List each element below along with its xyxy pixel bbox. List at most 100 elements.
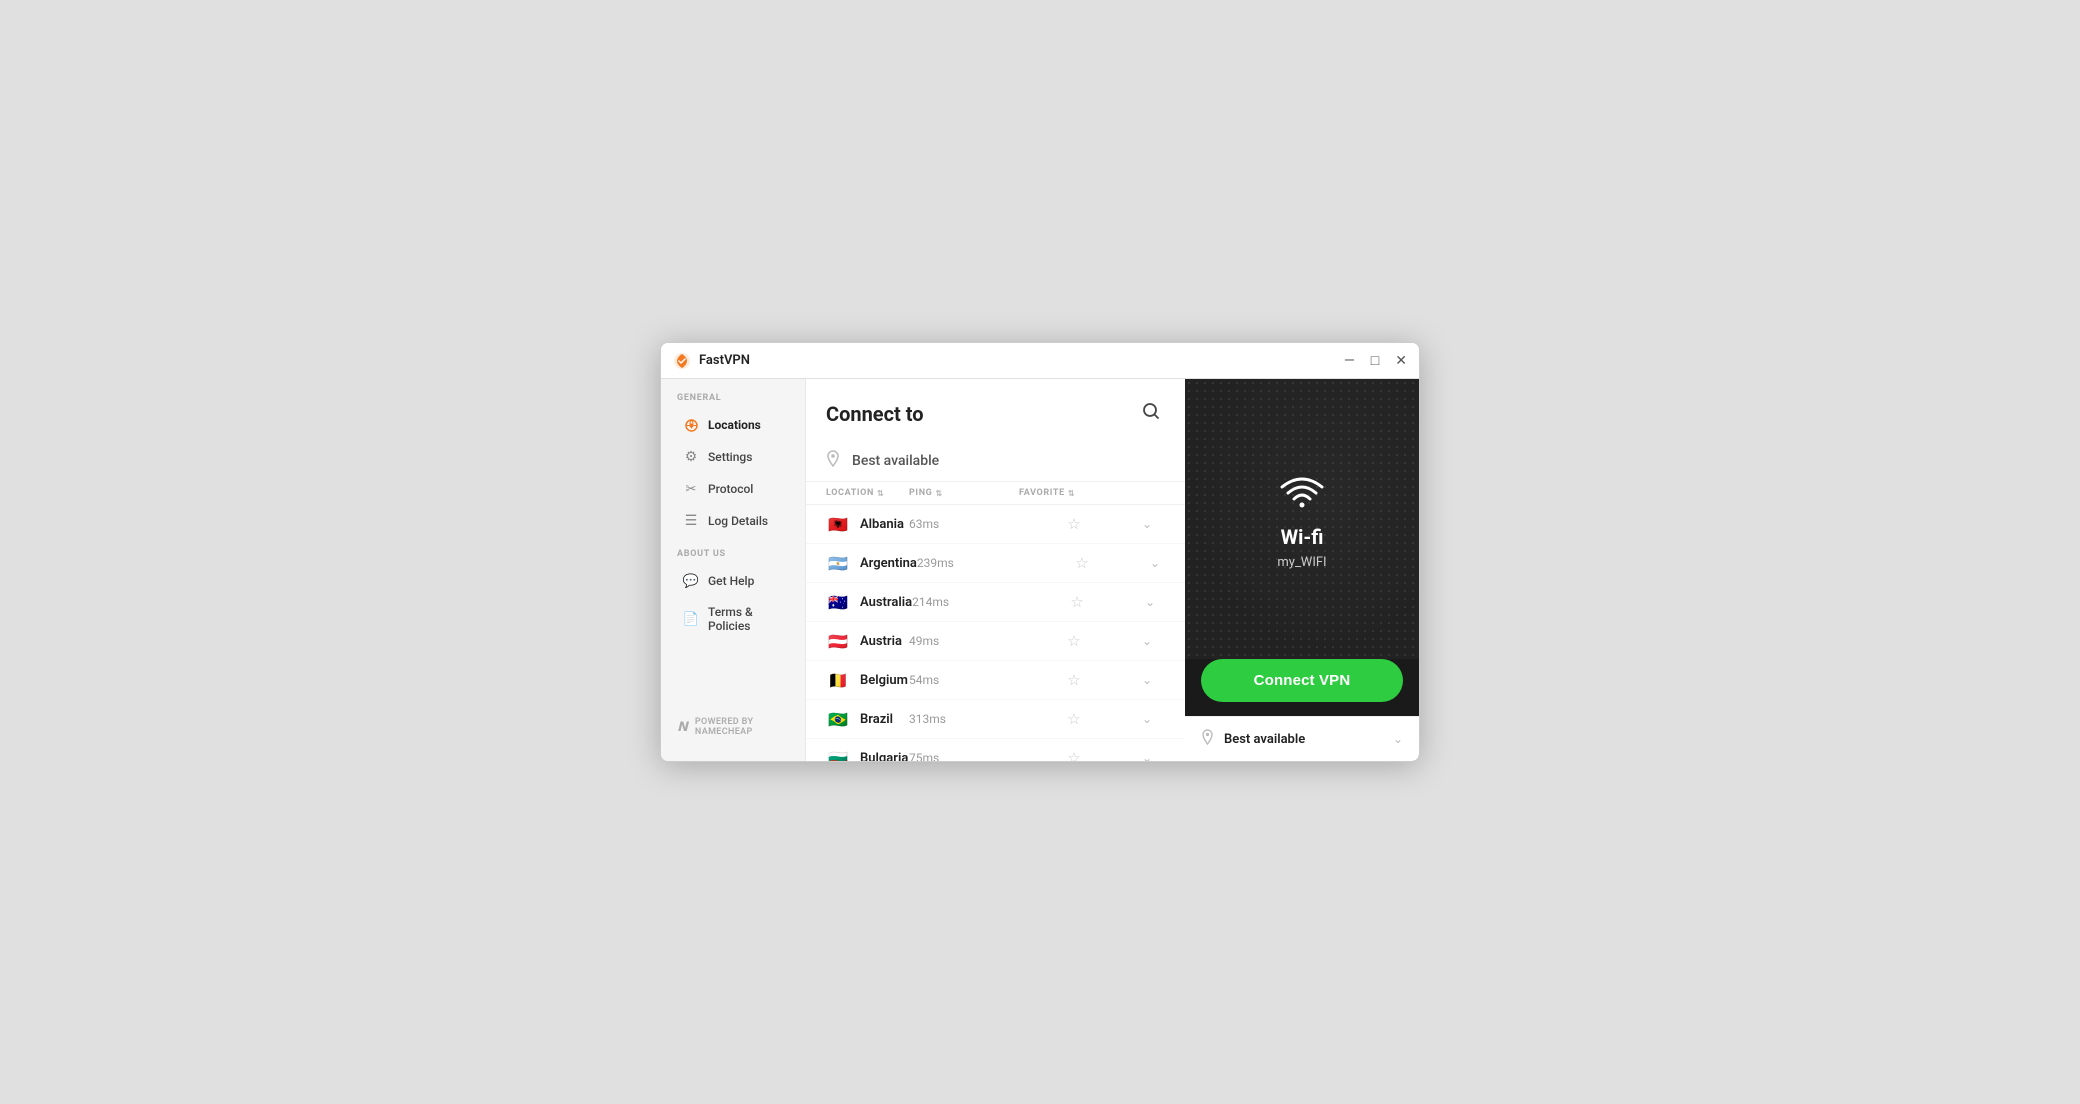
- best-available-pin-icon: [826, 450, 840, 471]
- expand-chevron-icon[interactable]: ⌄: [1129, 517, 1165, 531]
- maximize-button[interactable]: □: [1371, 354, 1379, 368]
- ping-value: 63ms: [909, 517, 1019, 531]
- expand-chevron-icon[interactable]: ⌄: [1129, 712, 1165, 726]
- wifi-icon: [1277, 469, 1327, 515]
- app-title: FastVPN: [699, 353, 1344, 368]
- locations-icon: [683, 417, 699, 433]
- favorite-sort-icon: ⇅: [1068, 489, 1075, 498]
- country-name-cell: 🇧🇷 Brazil: [826, 707, 909, 731]
- country-name: Australia: [860, 595, 912, 610]
- general-section-label: GENERAL: [661, 393, 805, 409]
- country-flag: 🇦🇹: [826, 629, 850, 653]
- main-panel: Connect to Best available: [806, 379, 1185, 761]
- country-flag: 🇦🇷: [826, 551, 850, 575]
- sidebar-item-protocol[interactable]: ✂ Protocol: [667, 474, 799, 504]
- table-row[interactable]: 🇦🇺 Australia 214ms ☆ ⌄: [806, 583, 1185, 622]
- log-details-icon: ☰: [683, 513, 699, 529]
- country-name: Belgium: [860, 673, 908, 688]
- titlebar: FastVPN — □ ✕: [661, 343, 1419, 379]
- get-help-icon: 💬: [683, 573, 699, 589]
- ping-sort-icon: ⇅: [935, 489, 942, 498]
- about-section-label: ABOUT US: [661, 549, 805, 565]
- country-flag: 🇧🇬: [826, 746, 850, 761]
- app-window: FastVPN — □ ✕ GENERAL Locations: [660, 342, 1420, 762]
- protocol-icon: ✂: [683, 481, 699, 497]
- favorite-star-button[interactable]: ☆: [1019, 671, 1129, 689]
- expand-chevron-icon[interactable]: ⌄: [1129, 751, 1165, 761]
- table-row[interactable]: 🇦🇹 Austria 49ms ☆ ⌄: [806, 622, 1185, 661]
- app-logo-icon: [673, 352, 691, 370]
- wifi-content: Wi-fi my_WIFI: [1277, 469, 1327, 570]
- minimize-button[interactable]: —: [1344, 354, 1355, 368]
- location-pin-icon: [1201, 729, 1214, 749]
- table-row[interactable]: 🇦🇷 Argentina 239ms ☆ ⌄: [806, 544, 1185, 583]
- sidebar-item-locations[interactable]: Locations: [667, 410, 799, 440]
- powered-by-label: POWERED BY NAMECHEAP: [695, 717, 789, 737]
- country-flag: 🇦🇱: [826, 512, 850, 536]
- favorite-star-button[interactable]: ☆: [1027, 554, 1137, 572]
- wifi-label: Wi-fi: [1281, 525, 1324, 549]
- favorite-star-button[interactable]: ☆: [1022, 593, 1132, 611]
- table-row[interactable]: 🇧🇬 Bulgaria 75ms ☆ ⌄: [806, 739, 1185, 761]
- sidebar: GENERAL Locations ⚙ Settings ✂: [661, 379, 806, 761]
- close-button[interactable]: ✕: [1395, 354, 1407, 368]
- country-name-cell: 🇧🇬 Bulgaria: [826, 746, 909, 761]
- favorite-star-button[interactable]: ☆: [1019, 515, 1129, 533]
- table-row[interactable]: 🇧🇷 Brazil 313ms ☆ ⌄: [806, 700, 1185, 739]
- best-available-bar[interactable]: Best available: [806, 440, 1185, 482]
- sidebar-item-get-help[interactable]: 💬 Get Help: [667, 566, 799, 596]
- country-name: Albania: [860, 517, 904, 532]
- right-panel: Wi-fi my_WIFI Connect VPN Best available…: [1185, 379, 1419, 761]
- favorite-star-button[interactable]: ☆: [1019, 710, 1129, 728]
- country-name-cell: 🇦🇹 Austria: [826, 629, 909, 653]
- country-name: Bulgaria: [860, 751, 908, 762]
- protocol-label: Protocol: [708, 482, 753, 496]
- sidebar-footer: 𝗡 POWERED BY NAMECHEAP: [661, 707, 805, 747]
- terms-label: Terms & Policies: [708, 605, 783, 633]
- table-row[interactable]: 🇧🇪 Belgium 54ms ☆ ⌄: [806, 661, 1185, 700]
- settings-icon: ⚙: [683, 449, 699, 465]
- ping-header[interactable]: PING ⇅: [909, 488, 1019, 498]
- ping-value: 49ms: [909, 634, 1019, 648]
- sidebar-item-terms[interactable]: 📄 Terms & Policies: [667, 598, 799, 640]
- wifi-section: Wi-fi my_WIFI: [1185, 379, 1419, 659]
- country-name: Brazil: [860, 712, 893, 727]
- favorite-star-button[interactable]: ☆: [1019, 749, 1129, 761]
- locations-label: Locations: [708, 418, 761, 432]
- country-list: 🇦🇱 Albania 63ms ☆ ⌄ 🇦🇷 Argentina 239ms ☆…: [806, 505, 1185, 761]
- country-flag: 🇧🇪: [826, 668, 850, 692]
- log-details-label: Log Details: [708, 514, 768, 528]
- sidebar-item-settings[interactable]: ⚙ Settings: [667, 442, 799, 472]
- country-name: Austria: [860, 634, 902, 649]
- content-area: GENERAL Locations ⚙ Settings ✂: [661, 379, 1419, 761]
- country-flag: 🇧🇷: [826, 707, 850, 731]
- location-header[interactable]: LOCATION ⇅: [826, 488, 909, 498]
- country-name-cell: 🇦🇱 Albania: [826, 512, 909, 536]
- location-sort-icon: ⇅: [877, 489, 884, 498]
- search-button[interactable]: [1137, 397, 1165, 430]
- favorite-header[interactable]: FAVORITE ⇅: [1019, 488, 1129, 498]
- country-name: Argentina: [860, 556, 917, 571]
- table-header: LOCATION ⇅ PING ⇅ FAVORITE ⇅: [806, 482, 1185, 505]
- favorite-star-button[interactable]: ☆: [1019, 632, 1129, 650]
- expand-chevron-icon[interactable]: ⌄: [1137, 556, 1173, 570]
- best-available-label: Best available: [852, 453, 939, 469]
- main-header: Connect to: [806, 379, 1185, 440]
- get-help-label: Get Help: [708, 574, 754, 588]
- ping-value: 54ms: [909, 673, 1019, 687]
- expand-chevron-icon[interactable]: ⌄: [1129, 673, 1165, 687]
- settings-label: Settings: [708, 450, 752, 464]
- country-flag: 🇦🇺: [826, 590, 850, 614]
- sidebar-item-log-details[interactable]: ☰ Log Details: [667, 506, 799, 536]
- country-name-cell: 🇧🇪 Belgium: [826, 668, 909, 692]
- expand-chevron-icon[interactable]: ⌄: [1129, 634, 1165, 648]
- expand-chevron-icon[interactable]: ⌄: [1132, 595, 1168, 609]
- terms-icon: 📄: [683, 611, 699, 627]
- connect-vpn-button[interactable]: Connect VPN: [1201, 659, 1403, 702]
- page-title: Connect to: [826, 402, 924, 426]
- table-row[interactable]: 🇦🇱 Albania 63ms ☆ ⌄: [806, 505, 1185, 544]
- location-selector-row[interactable]: Best available ⌄: [1185, 716, 1419, 761]
- ping-value: 239ms: [917, 556, 1027, 570]
- location-row-label: Best available: [1224, 732, 1383, 747]
- ping-value: 214ms: [912, 595, 1022, 609]
